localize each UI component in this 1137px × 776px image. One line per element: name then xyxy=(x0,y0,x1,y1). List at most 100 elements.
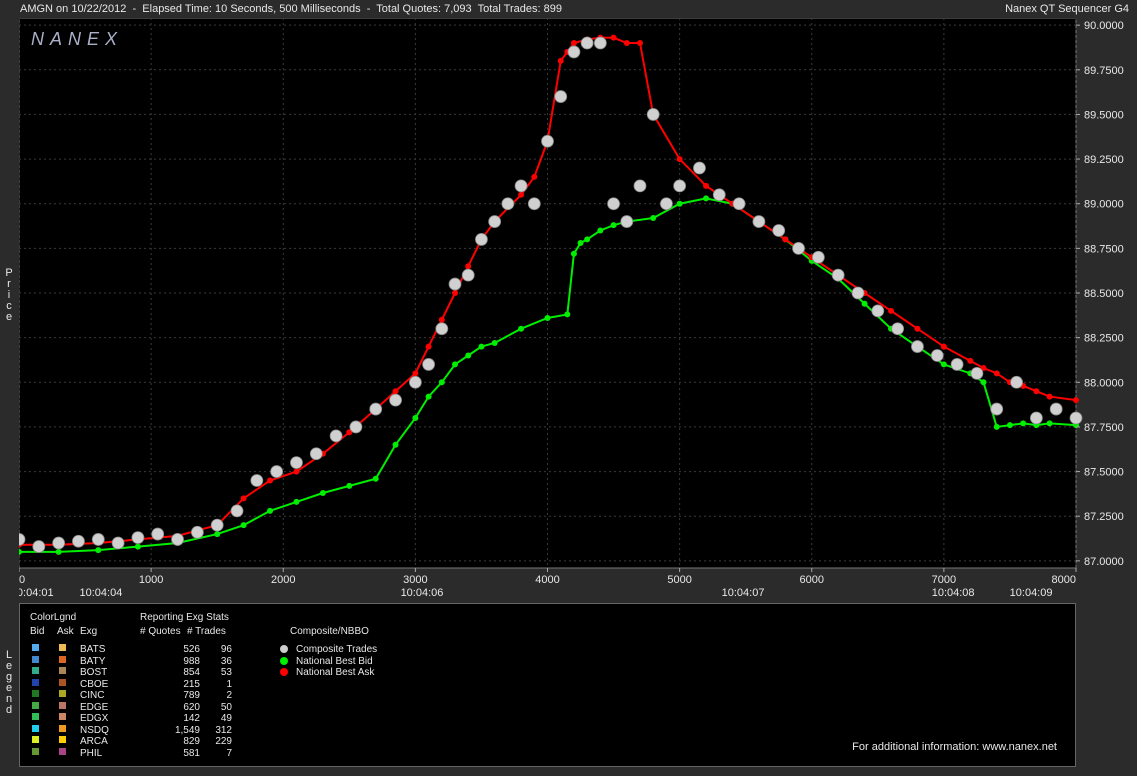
best-bid-point xyxy=(240,522,247,529)
best-bid-point xyxy=(993,423,1000,430)
composite-trade-point xyxy=(911,340,924,353)
exchange-name: EDGE xyxy=(80,701,109,713)
best-ask-point xyxy=(267,477,274,484)
best-bid-point xyxy=(134,543,141,550)
best-bid-point xyxy=(1006,422,1013,429)
y-tick-label: 88.7500 xyxy=(1084,243,1124,255)
trade-count: 49 xyxy=(220,713,232,724)
exchange-name: CINC xyxy=(80,690,105,701)
composite-trade-point xyxy=(329,429,343,443)
composite-trade-point xyxy=(408,375,422,389)
best-bid-point xyxy=(346,482,353,489)
legend-trades-header: # Trades xyxy=(187,626,226,637)
exchange-name: CBOE xyxy=(80,678,109,690)
composite-trade-point xyxy=(270,465,284,478)
composite-trade-point xyxy=(660,197,673,211)
quote-count: 620 xyxy=(183,701,200,713)
bid-color-swatch xyxy=(32,678,39,686)
title-bar: AMGN on 10/22/2012 - Elapsed Time: 10 Se… xyxy=(0,0,1137,18)
composite-legend-row: National Best Bid xyxy=(280,656,480,667)
composite-trade-point xyxy=(32,540,46,553)
best-bid-point xyxy=(372,475,379,482)
price-side-label: Price xyxy=(5,267,13,323)
composite-trade-point xyxy=(501,197,515,211)
composite-trade-point xyxy=(646,108,660,121)
best-ask-point xyxy=(610,34,617,41)
ask-color-swatch xyxy=(59,724,66,732)
best-ask-point xyxy=(1046,393,1053,400)
best-bid-point xyxy=(1020,420,1027,427)
quote-count: 789 xyxy=(183,690,200,701)
best-ask-point xyxy=(412,370,419,377)
best-ask-point xyxy=(967,357,974,364)
quote-count: 829 xyxy=(183,736,200,747)
composite-trade-point xyxy=(111,536,125,550)
best-ask-point xyxy=(518,191,525,198)
best-bid-point xyxy=(293,498,300,505)
best-ask-point xyxy=(240,495,247,502)
ask-color-swatch xyxy=(59,678,66,686)
composite-label: Composite Trades xyxy=(296,644,378,655)
best-bid-point xyxy=(570,250,577,257)
quote-count: 581 xyxy=(183,747,200,759)
best-bid-point xyxy=(392,441,399,448)
legend-quotes-header: # Quotes xyxy=(140,626,181,637)
x-tick-label: 1000 xyxy=(139,574,163,586)
y-tick-label: 89.5000 xyxy=(1084,109,1124,121)
time-label: 10:04:09 xyxy=(1010,587,1053,599)
composite-trade-point xyxy=(593,36,607,50)
quote-count: 1,549 xyxy=(174,724,200,736)
best-bid-point xyxy=(703,195,710,202)
quote-count: 142 xyxy=(183,713,200,724)
composite-trade-point xyxy=(349,420,363,434)
bid-color-swatch xyxy=(32,690,39,697)
composite-trade-point xyxy=(990,402,1004,416)
y-tick-label: 90.0000 xyxy=(1084,20,1124,32)
composite-trade-point xyxy=(527,197,541,211)
x-tick-label: 7000 xyxy=(932,574,956,586)
y-tick-label: 87.2500 xyxy=(1084,511,1124,523)
trade-count: 96 xyxy=(220,644,232,655)
composite-trade-point xyxy=(851,286,865,300)
best-bid-point xyxy=(577,240,584,246)
trade-count: 7 xyxy=(226,747,232,759)
composite-trade-point xyxy=(970,366,984,380)
ask-color-swatch xyxy=(59,747,66,755)
app-name: Nanex QT Sequencer G4 xyxy=(1005,3,1129,15)
best-bid-point xyxy=(452,361,459,368)
composite-trade-point xyxy=(633,179,647,193)
composite-trade-point xyxy=(792,241,805,255)
composite-trade-point xyxy=(475,233,488,246)
legend-bid-header: Bid xyxy=(30,626,45,637)
composite-dot-icon xyxy=(280,656,288,665)
legend-row-edge: EDGE 620 50 xyxy=(20,701,280,713)
best-bid-point xyxy=(980,379,987,386)
ask-color-swatch xyxy=(59,713,66,720)
legend-side-label: Legend xyxy=(5,649,13,716)
time-label: 10:04:07 xyxy=(722,587,765,599)
composite-trade-point xyxy=(210,518,224,532)
composite-trade-point xyxy=(950,358,964,371)
ask-color-swatch xyxy=(59,667,66,674)
composite-legend-row: Composite Trades xyxy=(280,644,480,655)
legend-row-cboe: CBOE 215 1 xyxy=(20,678,280,690)
best-ask-point xyxy=(993,370,1000,377)
bid-color-swatch xyxy=(32,701,39,709)
x-tick-label: 4000 xyxy=(535,574,559,586)
bid-color-swatch xyxy=(32,713,39,720)
best-bid-point xyxy=(544,315,551,321)
y-tick-label: 88.0000 xyxy=(1084,377,1124,389)
best-ask-point xyxy=(531,173,538,180)
ask-color-swatch xyxy=(59,736,66,743)
best-ask-point xyxy=(636,40,643,46)
ask-color-swatch xyxy=(59,690,66,697)
best-ask-point xyxy=(465,263,472,270)
best-ask-point xyxy=(940,343,947,350)
composite-dot-icon xyxy=(280,668,288,676)
best-ask-point xyxy=(452,290,459,296)
composite-trade-point xyxy=(930,349,944,362)
best-bid-point xyxy=(55,548,62,555)
trade-count: 312 xyxy=(215,724,232,736)
composite-trade-point xyxy=(732,197,746,211)
best-bid-point xyxy=(438,379,445,386)
